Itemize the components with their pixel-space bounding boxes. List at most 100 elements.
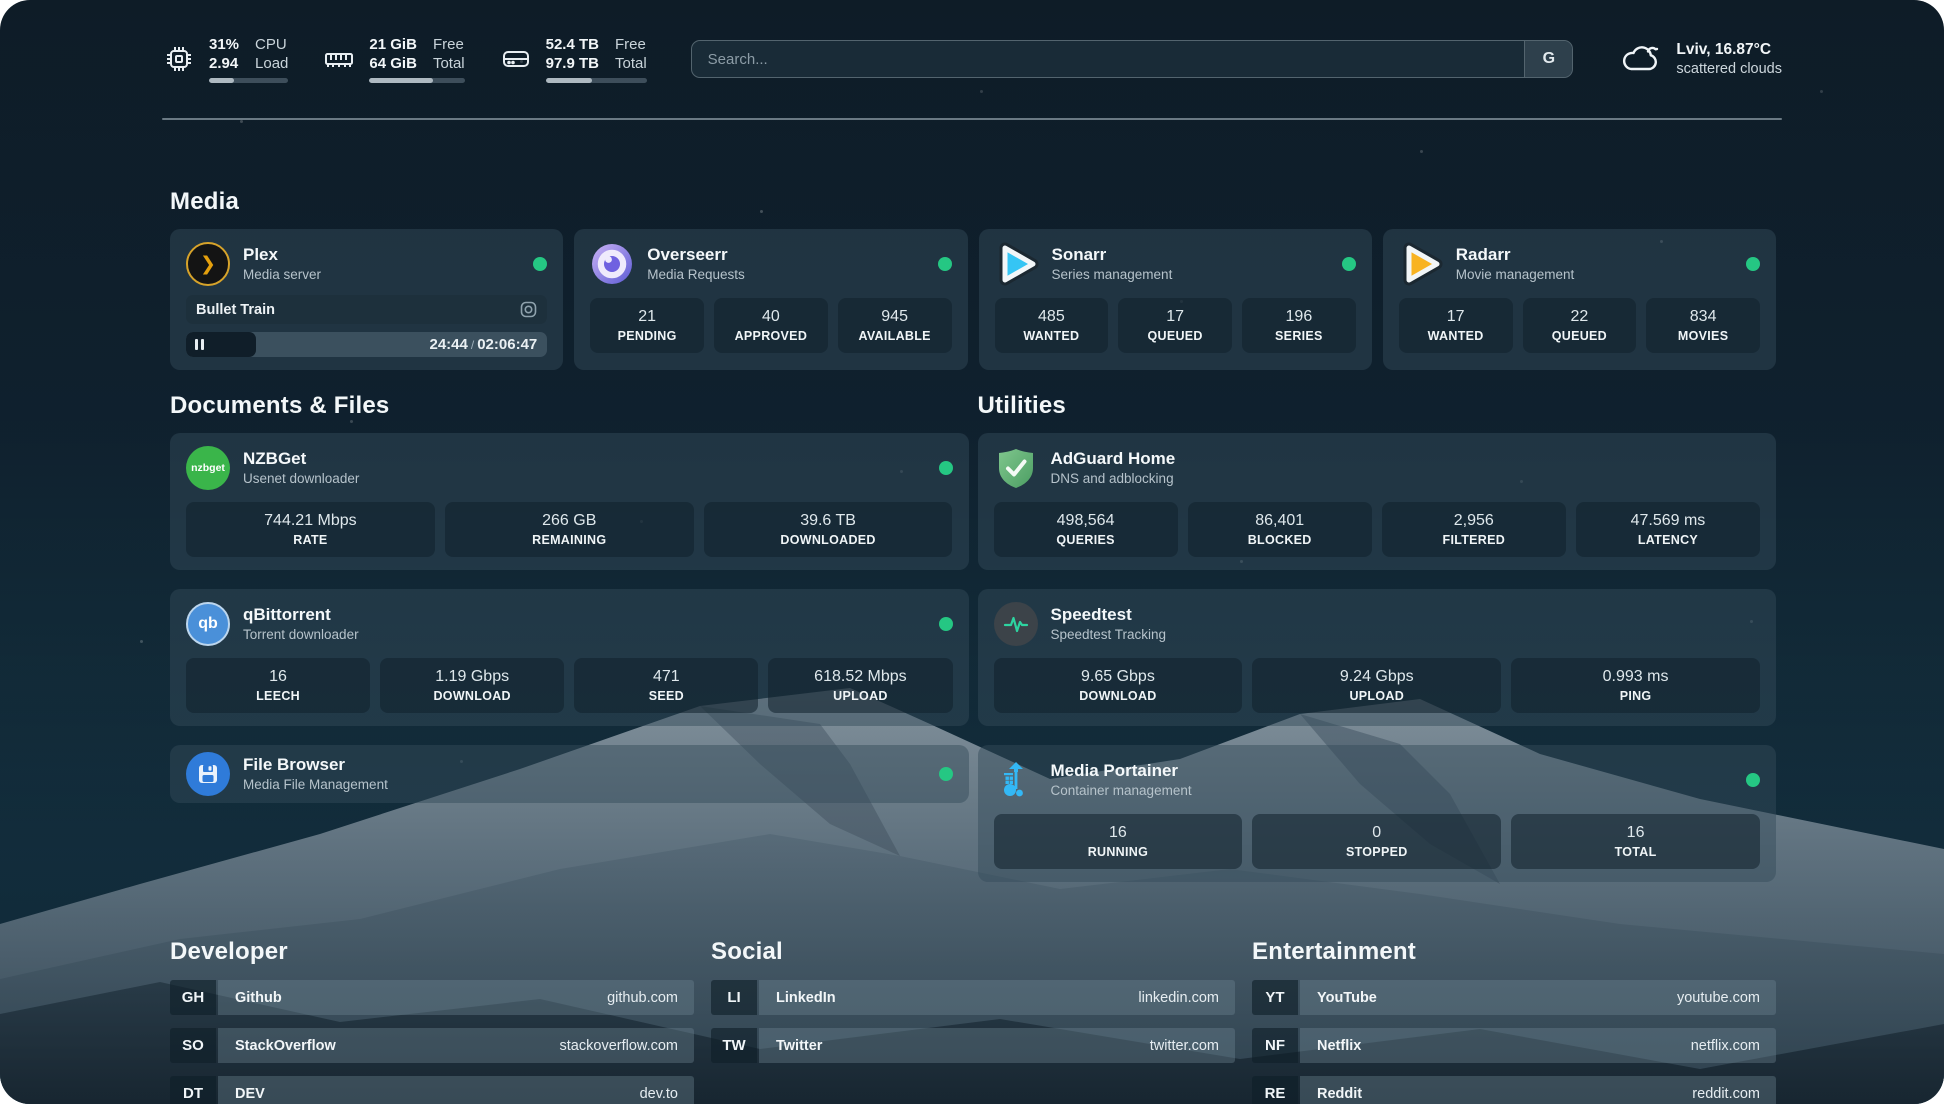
stat-box-wanted: 485 WANTED xyxy=(995,298,1109,353)
stat-box-downloaded: 39.6 TB DOWNLOADED xyxy=(704,502,953,557)
section-entertainment: Entertainment YT YouTube youtube.com NF … xyxy=(1252,938,1776,1104)
search-engine-button[interactable]: G xyxy=(1524,41,1572,77)
app-name: Speedtest xyxy=(1051,604,1761,626)
bookmark-name: LinkedIn xyxy=(776,990,836,1006)
app-card-adguard[interactable]: AdGuard Home DNS and adblocking 498,564 … xyxy=(978,433,1777,570)
stat-box-leech: 16 LEECH xyxy=(186,658,370,713)
bookmark-name: DEV xyxy=(235,1086,265,1102)
app-subtitle: Speedtest Tracking xyxy=(1051,626,1761,644)
memory-free-value: 21 GiB xyxy=(369,35,417,54)
stat-box-pending: 21 PENDING xyxy=(590,298,704,353)
memory-progress-fill xyxy=(369,78,433,83)
status-online-dot xyxy=(1746,257,1760,271)
stat-box-upload: 9.24 Gbps UPLOAD xyxy=(1252,658,1501,713)
app-card-qbittorrent[interactable]: qb qBittorrent Torrent downloader 16 LEE… xyxy=(170,589,969,726)
bookmark-reddit[interactable]: RE Reddit reddit.com xyxy=(1252,1076,1776,1104)
app-card-sonarr[interactable]: Sonarr Series management 485 WANTED 17 Q… xyxy=(979,229,1372,370)
bookmark-netflix[interactable]: NF Netflix netflix.com xyxy=(1252,1028,1776,1063)
app-subtitle: Torrent downloader xyxy=(243,626,926,644)
playback-total: 02:06:47 xyxy=(477,336,537,353)
app-card-speedtest[interactable]: Speedtest Speedtest Tracking 9.65 Gbps D… xyxy=(978,589,1777,726)
app-card-portainer[interactable]: Media Portainer Container management 16 … xyxy=(978,745,1777,882)
cloud-icon xyxy=(1621,41,1663,77)
cpu-load-value: 2.94 xyxy=(209,54,239,73)
memory-total-value: 64 GiB xyxy=(369,54,417,73)
app-name: Plex xyxy=(243,244,520,266)
app-name: Radarr xyxy=(1456,244,1733,266)
section-title-utilities: Utilities xyxy=(978,392,1777,420)
cpu-progress-fill xyxy=(209,78,234,83)
filebrowser-icon xyxy=(186,752,230,796)
section-title-social: Social xyxy=(711,938,1235,966)
bookmark-abbr: RE xyxy=(1252,1076,1298,1104)
app-name: AdGuard Home xyxy=(1051,448,1761,470)
plex-now-playing-row: Bullet Train xyxy=(186,295,547,324)
plex-progress-bar: 24:44 / 02:06:47 xyxy=(186,332,547,357)
bookmark-dev-to[interactable]: DT DEV dev.to xyxy=(170,1076,694,1104)
memory-free-label: Free xyxy=(433,35,465,54)
app-subtitle: Media server xyxy=(243,266,520,284)
bookmark-url: youtube.com xyxy=(1677,990,1760,1006)
disk-total-label: Total xyxy=(615,54,647,73)
bookmark-name: Reddit xyxy=(1317,1086,1362,1102)
bookmark-twitter[interactable]: TW Twitter twitter.com xyxy=(711,1028,1235,1063)
stat-box-running: 16 RUNNING xyxy=(994,814,1243,869)
bookmark-abbr: NF xyxy=(1252,1028,1298,1063)
bookmark-name: Netflix xyxy=(1317,1038,1361,1054)
search-input[interactable] xyxy=(692,41,1525,77)
bookmark-stackoverflow[interactable]: SO StackOverflow stackoverflow.com xyxy=(170,1028,694,1063)
bookmark-abbr: LI xyxy=(711,980,757,1015)
bookmark-name: Github xyxy=(235,990,282,1006)
playback-time: 24:44 / 02:06:47 xyxy=(429,332,537,357)
stat-box-queries: 498,564 QUERIES xyxy=(994,502,1178,557)
ram-icon xyxy=(322,42,356,76)
disk-progress-track xyxy=(546,78,647,83)
bookmark-name: YouTube xyxy=(1317,990,1377,1006)
overseerr-icon xyxy=(590,242,634,286)
stat-box-rate: 744.21 Mbps RATE xyxy=(186,502,435,557)
stat-box-seed: 471 SEED xyxy=(574,658,758,713)
status-online-dot xyxy=(939,767,953,781)
bookmark-github[interactable]: GH Github github.com xyxy=(170,980,694,1015)
stat-box-queued: 22 QUEUED xyxy=(1523,298,1637,353)
app-card-nzbget[interactable]: nzbget NZBGet Usenet downloader 744.21 M… xyxy=(170,433,969,570)
disk-free-value: 52.4 TB xyxy=(546,35,599,54)
app-card-radarr[interactable]: Radarr Movie management 17 WANTED 22 QUE… xyxy=(1383,229,1776,370)
bookmark-linkedin[interactable]: LI LinkedIn linkedin.com xyxy=(711,980,1235,1015)
bookmark-name: Twitter xyxy=(776,1038,822,1054)
bookmark-abbr: YT xyxy=(1252,980,1298,1015)
cpu-load-label: Load xyxy=(255,54,288,73)
app-subtitle: Series management xyxy=(1052,266,1329,284)
disk-progress-fill xyxy=(546,78,592,83)
app-card-overseerr[interactable]: Overseerr Media Requests 21 PENDING 40 A… xyxy=(574,229,967,370)
memory-total-label: Total xyxy=(433,54,465,73)
app-name: File Browser xyxy=(243,754,926,776)
bookmark-youtube[interactable]: YT YouTube youtube.com xyxy=(1252,980,1776,1015)
stat-box-remaining: 266 GB REMAINING xyxy=(445,502,694,557)
stat-box-available: 945 AVAILABLE xyxy=(838,298,952,353)
stat-box-approved: 40 APPROVED xyxy=(714,298,828,353)
app-subtitle: Usenet downloader xyxy=(243,470,926,488)
bookmark-url: linkedin.com xyxy=(1138,990,1219,1006)
playback-separator: / xyxy=(471,338,474,352)
stat-box-stopped: 0 STOPPED xyxy=(1252,814,1501,869)
pause-icon xyxy=(195,339,204,350)
bookmark-url: reddit.com xyxy=(1692,1086,1760,1102)
cpu-icon xyxy=(162,42,196,76)
bookmark-url: github.com xyxy=(607,990,678,1006)
stat-box-series: 196 SERIES xyxy=(1242,298,1356,353)
stat-box-ping: 0.993 ms PING xyxy=(1511,658,1760,713)
app-card-filebrowser[interactable]: File Browser Media File Management xyxy=(170,745,969,803)
status-online-dot xyxy=(1342,257,1356,271)
plex-progress-fill xyxy=(186,332,256,357)
bookmark-abbr: DT xyxy=(170,1076,216,1104)
bookmark-name: StackOverflow xyxy=(235,1038,336,1054)
bookmark-url: dev.to xyxy=(640,1086,678,1102)
app-card-plex[interactable]: ❯ Plex Media server Bullet Train xyxy=(170,229,563,370)
portainer-icon xyxy=(994,758,1038,802)
status-online-dot xyxy=(533,257,547,271)
search-bar: G xyxy=(691,40,1574,78)
app-subtitle: Container management xyxy=(1051,782,1734,800)
status-online-dot xyxy=(938,257,952,271)
stat-box-total: 16 TOTAL xyxy=(1511,814,1760,869)
